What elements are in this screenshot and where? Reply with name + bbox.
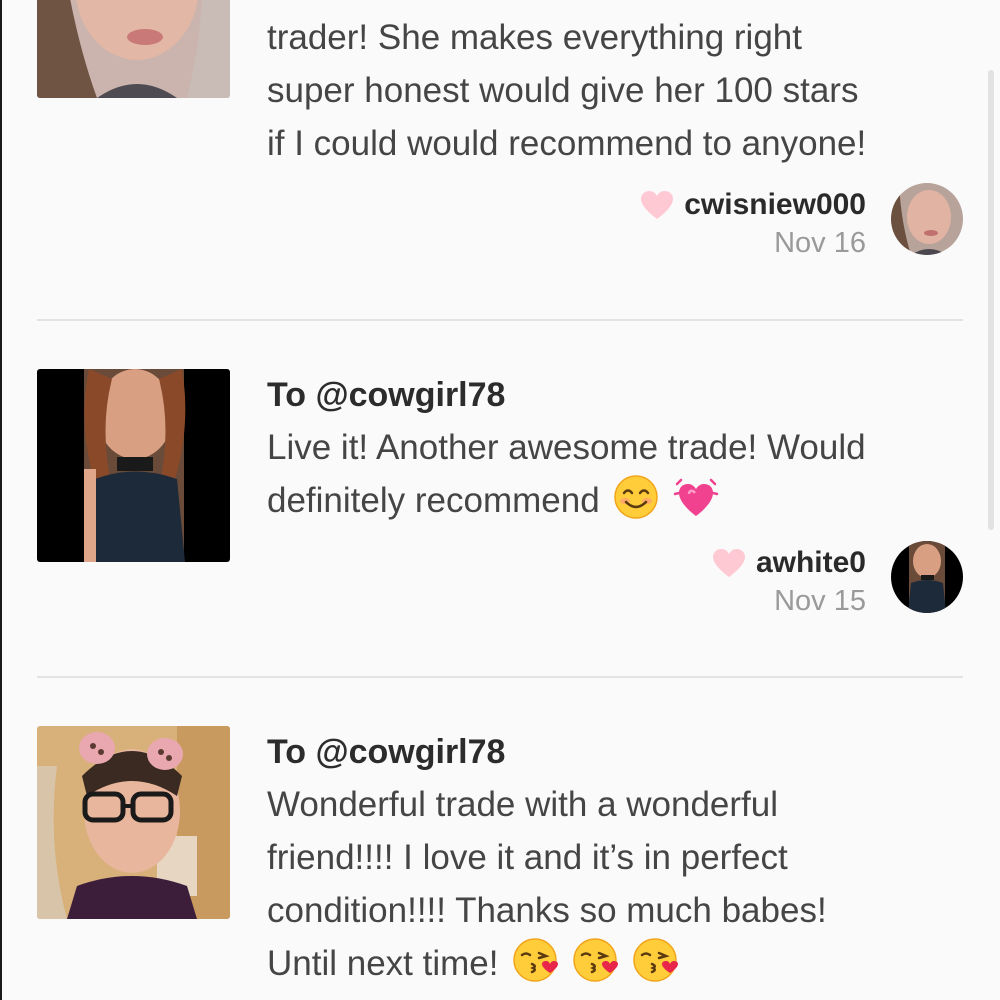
reviewer-username[interactable]: awhite0 <box>756 546 866 580</box>
review-recipient[interactable]: To @cowgirl78 <box>267 726 967 778</box>
reviewer-info: cwisniew000 <box>640 185 866 225</box>
kissing-face-emoji <box>632 938 678 982</box>
scrollbar[interactable] <box>988 70 994 530</box>
review-text-line: definitely recommend <box>267 474 967 527</box>
review-text-line: super honest would give her 100 stars <box>267 71 859 110</box>
review-text-line: Until next time! <box>267 937 967 990</box>
review-photo[interactable] <box>37 369 230 562</box>
review-text-line: friend!!!! I love it and it’s in perfect <box>267 838 788 877</box>
review-content: To @cowgirl78 Wonderful trade with a won… <box>267 726 967 990</box>
review-text-line: trader! She makes everything right <box>267 18 802 57</box>
review-text: definitely recommend <box>267 481 600 520</box>
review-item: To @cowgirl78 Wonderful trade with a won… <box>37 726 963 1000</box>
window-edge <box>0 0 2 1000</box>
reviewer-info: awhite0 <box>712 543 866 583</box>
review-meta: cwisniew000 Nov 16 <box>563 183 963 263</box>
review-recipient[interactable]: To @cowgirl78 <box>267 369 967 421</box>
review-date: Nov 15 <box>774 585 866 617</box>
kissing-face-emoji <box>573 938 618 982</box>
reviewer-avatar[interactable] <box>891 541 963 613</box>
review-content: trader! She makes everything right super… <box>267 11 967 170</box>
review-photo[interactable] <box>37 0 230 98</box>
reviews-page: trader! She makes everything right super… <box>0 0 1000 1000</box>
review-text-line: condition!!!! Thanks so much babes! <box>267 891 827 930</box>
review-text-line: Wonderful trade with a wonderful <box>267 785 779 824</box>
review-meta: awhite0 Nov 15 <box>563 541 963 621</box>
review-item: trader! She makes everything right super… <box>37 0 963 275</box>
review-divider <box>37 676 963 678</box>
reviewer-avatar[interactable] <box>891 183 963 255</box>
review-divider <box>37 319 963 321</box>
smiling-face-emoji <box>614 475 659 519</box>
review-text-line: Live it! Another awesome trade! Would <box>267 428 866 467</box>
heart-icon[interactable] <box>712 548 746 578</box>
review-text-line: if I could would recommend to anyone! <box>267 124 867 163</box>
heart-icon[interactable] <box>640 190 674 220</box>
kissing-face-emoji <box>513 938 559 982</box>
review-item: To @cowgirl78 Live it! Another awesome t… <box>37 369 963 629</box>
review-text: Until next time! <box>267 944 499 983</box>
growing-heart-emoji <box>673 478 719 516</box>
review-content: To @cowgirl78 Live it! Another awesome t… <box>267 369 967 527</box>
review-date: Nov 16 <box>774 227 866 259</box>
review-photo[interactable] <box>37 726 230 919</box>
reviewer-username[interactable]: cwisniew000 <box>684 188 866 222</box>
